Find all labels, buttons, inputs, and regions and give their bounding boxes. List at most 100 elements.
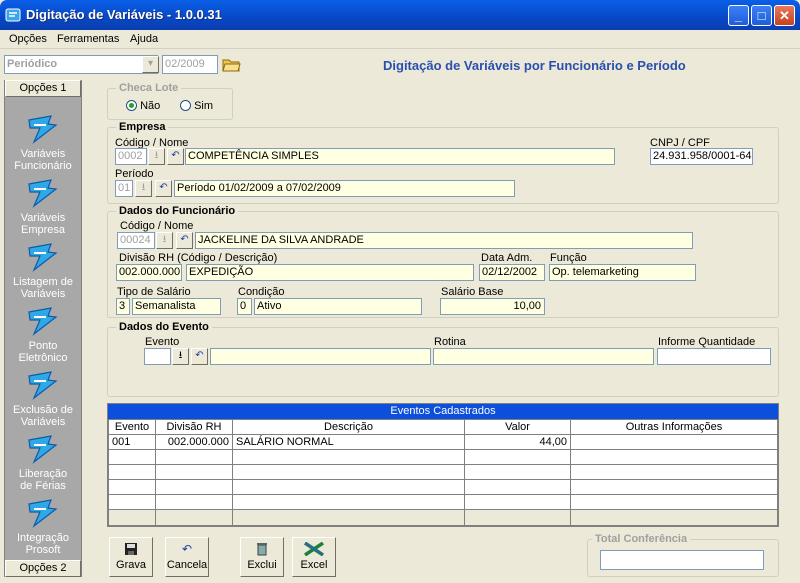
column-header-outras-informacoes[interactable]: Outras Informações: [570, 419, 778, 435]
cancela-button[interactable]: ↶ Cancela: [165, 537, 209, 577]
minimize-button[interactable]: _: [728, 5, 749, 26]
empresa-name-field[interactable]: COMPETÊNCIA SIMPLES: [185, 148, 615, 165]
salario-base-field[interactable]: 10,00: [440, 298, 545, 315]
sidebar-item-variaveis-empresa[interactable]: Variáveis Empresa: [5, 176, 81, 240]
radio-nao[interactable]: Não: [126, 100, 160, 112]
menu-ajuda[interactable]: Ajuda: [130, 33, 158, 45]
divisao-desc-field[interactable]: EXPEDIÇÃO: [186, 264, 474, 281]
table-row[interactable]: [108, 494, 778, 510]
table-row[interactable]: [108, 449, 778, 465]
cell-evento: 001: [108, 434, 156, 450]
evento-input[interactable]: [144, 348, 171, 365]
rotina-label: Rotina: [434, 336, 466, 348]
chevron-down-icon[interactable]: ▾: [142, 56, 159, 73]
sidebar-item-integracao-prosoft[interactable]: Integração Prosoft: [5, 496, 81, 558]
rotina-field[interactable]: [433, 348, 654, 365]
title-bar: Digitação de Variáveis - 1.0.0.31 _ □ ✕: [0, 0, 800, 30]
page-heading: Digitação de Variáveis por Funcionário e…: [383, 58, 686, 73]
tipo-salario-code[interactable]: 3: [116, 298, 130, 315]
sidebar-item-ponto-eletronico[interactable]: Ponto Eletrônico: [5, 304, 81, 368]
column-header-valor[interactable]: Valor: [464, 419, 571, 435]
variables-icon: [28, 243, 58, 272]
tipo-salario-label: Tipo de Salário: [117, 286, 191, 298]
salario-base-label: Salário Base: [441, 286, 504, 298]
condicao-field[interactable]: Ativo: [254, 298, 422, 315]
sidebar-item-liberacao-ferias[interactable]: Liberação de Férias: [5, 432, 81, 496]
funcao-field[interactable]: Op. telemarketing: [549, 264, 696, 281]
grava-button[interactable]: Grava: [109, 537, 153, 577]
checa-lote-title: Checa Lote: [116, 82, 182, 94]
table-row[interactable]: 001 002.000.000 SALÁRIO NORMAL 44,00: [108, 434, 778, 450]
empresa-code-input[interactable]: 0002: [115, 148, 147, 165]
divisao-label: Divisão RH (Código / Descrição): [119, 252, 278, 264]
variables-icon: [28, 179, 58, 208]
save-icon: [125, 543, 137, 555]
sidebar-header-opcoes-1[interactable]: Opções 1: [5, 80, 81, 97]
grid-title: Eventos Cadastrados: [108, 404, 778, 419]
condicao-code[interactable]: 0: [237, 298, 252, 315]
empresa-period-label: Período: [115, 168, 154, 180]
app-icon: [5, 8, 21, 22]
radio-unchecked-icon: [180, 100, 191, 111]
events-table: Evento Divisão RH Descrição Valor Outras…: [108, 419, 778, 526]
cell-descricao: SALÁRIO NORMAL: [232, 434, 465, 450]
table-row[interactable]: [108, 479, 778, 495]
close-button[interactable]: ✕: [774, 5, 795, 26]
radio-checked-icon: [126, 100, 137, 111]
download-icon[interactable]: ⭳: [148, 148, 165, 165]
download-icon[interactable]: ⭳: [156, 232, 173, 249]
undo-icon: ↶: [181, 542, 193, 556]
funcionario-name-field[interactable]: JACKELINE DA SILVA ANDRADE: [195, 232, 693, 249]
sidebar-item-variaveis-funcionario[interactable]: Variáveis Funcionário: [5, 112, 81, 176]
excel-button[interactable]: Excel: [292, 537, 336, 577]
cell-divisao: 002.000.000: [155, 434, 233, 450]
variables-icon: [28, 435, 58, 464]
cell-outras: [570, 434, 778, 450]
sidebar-item-exclusao-variaveis[interactable]: Exclusão de Variáveis: [5, 368, 81, 432]
evento-desc-field[interactable]: [210, 348, 431, 365]
informe-quantidade-input[interactable]: [657, 348, 771, 365]
trash-icon: [257, 543, 267, 556]
condicao-label: Condição: [238, 286, 285, 298]
period-type-select[interactable]: Periódico: [4, 55, 158, 74]
radio-sim[interactable]: Sim: [180, 100, 213, 112]
window-title: Digitação de Variáveis - 1.0.0.31: [26, 7, 222, 22]
total-conferencia-title: Total Conferência: [592, 533, 691, 545]
tipo-salario-field[interactable]: Semanalista: [132, 298, 221, 315]
excel-icon: [304, 542, 324, 556]
funcionario-code-name-label: Código / Nome: [120, 220, 194, 232]
empresa-period-code[interactable]: 01: [115, 180, 133, 197]
open-folder-icon[interactable]: [221, 54, 241, 74]
period-input[interactable]: 02/2009: [162, 55, 218, 74]
exclui-button[interactable]: Exclui: [240, 537, 284, 577]
data-adm-field[interactable]: 02/12/2002: [479, 264, 545, 281]
undo-icon[interactable]: ↶: [167, 148, 184, 165]
variables-icon: [28, 307, 58, 336]
sidebar-item-listagem-variaveis[interactable]: Listagem de Variáveis: [5, 240, 81, 304]
total-conferencia-field[interactable]: [600, 550, 764, 570]
undo-icon[interactable]: ↶: [176, 232, 193, 249]
variables-icon: [28, 115, 58, 144]
cell-valor: 44,00: [464, 434, 571, 450]
evento-label: Evento: [145, 336, 180, 348]
funcionario-code-input[interactable]: 00024: [117, 232, 155, 249]
divisao-code-field[interactable]: 002.000.000: [116, 264, 182, 281]
download-icon[interactable]: ⭳: [172, 348, 189, 365]
column-header-divisao[interactable]: Divisão RH: [155, 419, 233, 435]
table-row[interactable]: [108, 464, 778, 480]
undo-icon[interactable]: ↶: [155, 180, 172, 197]
undo-icon[interactable]: ↶: [191, 348, 208, 365]
download-icon[interactable]: ⭳: [135, 180, 152, 197]
maximize-button[interactable]: □: [751, 5, 772, 26]
column-header-descricao[interactable]: Descrição: [232, 419, 465, 435]
cnpj-field[interactable]: 24.931.958/0001-64: [650, 148, 753, 165]
events-grid: Eventos Cadastrados Evento Divisão RH De…: [107, 403, 779, 527]
empresa-period-desc[interactable]: Período 01/02/2009 a 07/02/2009: [174, 180, 515, 197]
menu-ferramentas[interactable]: Ferramentas: [57, 33, 119, 45]
evento-title: Dados do Evento: [116, 321, 212, 333]
sidebar-header-opcoes-2[interactable]: Opções 2: [5, 560, 81, 577]
column-header-evento[interactable]: Evento: [108, 419, 156, 435]
table-footer-row: [108, 509, 778, 526]
empresa-title: Empresa: [116, 121, 169, 133]
menu-opcoes[interactable]: Opções: [9, 33, 47, 45]
